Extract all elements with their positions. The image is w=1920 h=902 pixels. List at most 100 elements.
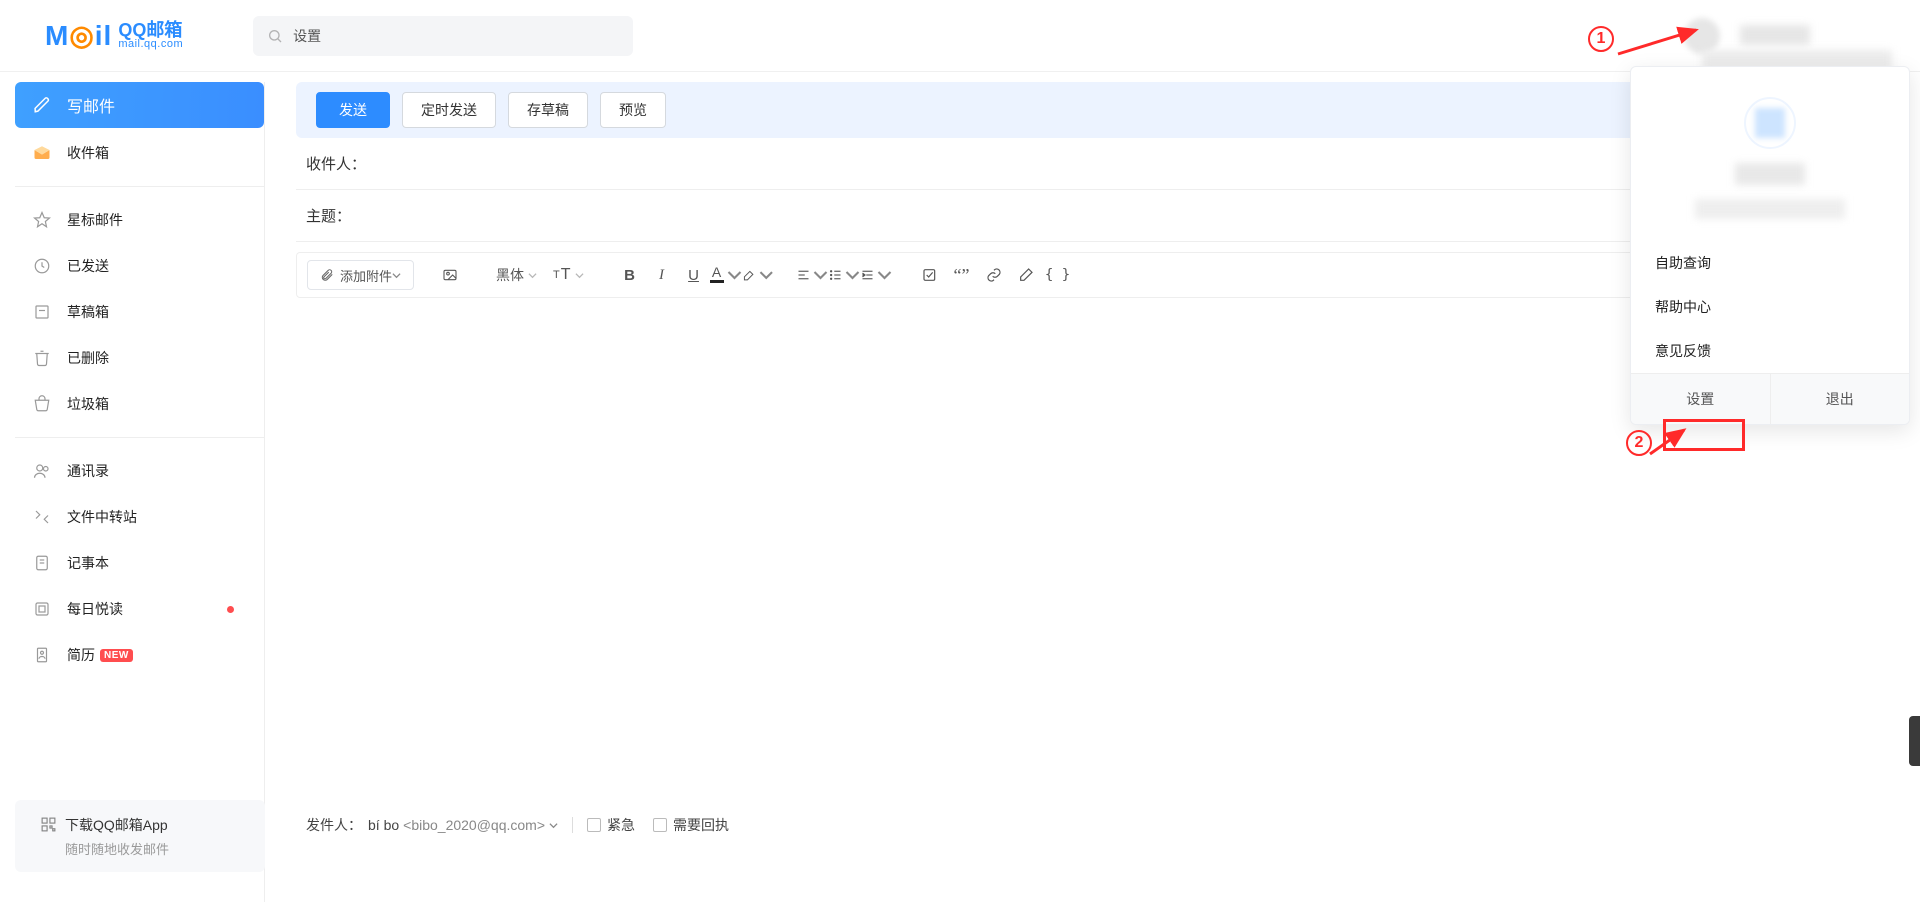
draft-icon xyxy=(33,303,51,321)
account-name xyxy=(1735,163,1805,185)
search-box[interactable] xyxy=(253,16,633,56)
bold-button[interactable]: B xyxy=(614,260,646,290)
sidebar-item-label: 垃圾箱 xyxy=(67,394,109,414)
label: 帮助中心 xyxy=(1655,297,1711,317)
logo-text: QQ邮箱 mail.qq.com xyxy=(118,21,183,50)
text-color-button[interactable]: A xyxy=(710,260,742,290)
chevron-down-icon xyxy=(575,271,584,280)
menu-help-center[interactable]: 帮助中心 xyxy=(1631,285,1909,329)
sidebar-item-inbox[interactable]: 收件箱 xyxy=(15,130,264,176)
header: M◎il QQ邮箱 mail.qq.com xyxy=(0,0,1920,72)
menu-self-help[interactable]: 自助查询 xyxy=(1631,241,1909,285)
menu-feedback[interactable]: 意见反馈 xyxy=(1631,329,1909,373)
clock-icon xyxy=(33,257,51,275)
chevron-down-icon xyxy=(813,267,828,283)
preview-button[interactable]: 预览 xyxy=(600,92,666,128)
align-button[interactable] xyxy=(796,260,828,290)
compose-button[interactable]: 写邮件 xyxy=(15,82,264,128)
sidebar-item-resume[interactable]: 简历 NEW xyxy=(15,632,264,678)
logo-mark: M◎il xyxy=(45,19,112,52)
list-button[interactable] xyxy=(828,260,860,290)
search-icon xyxy=(267,28,283,44)
sidebar-item-daily[interactable]: 每日悦读 xyxy=(15,586,264,632)
chevron-down-icon[interactable] xyxy=(549,821,558,830)
logo[interactable]: M◎il QQ邮箱 mail.qq.com xyxy=(45,19,183,52)
label: 预览 xyxy=(619,100,647,120)
sidebar-item-sent[interactable]: 已发送 xyxy=(15,243,264,289)
underline-button[interactable]: U xyxy=(678,260,710,290)
label: 自助查询 xyxy=(1655,253,1711,273)
checklist-button[interactable] xyxy=(914,260,946,290)
sidebar-item-label: 通讯录 xyxy=(67,461,109,481)
sidebar-item-deleted[interactable]: 已删除 xyxy=(15,335,264,381)
logo-domain: mail.qq.com xyxy=(118,39,183,50)
chevron-down-icon xyxy=(759,267,774,283)
link-button[interactable] xyxy=(978,260,1010,290)
sidebar-item-label: 每日悦读 xyxy=(67,599,123,619)
label: 退出 xyxy=(1826,389,1854,409)
quote-button[interactable]: “” xyxy=(946,260,978,290)
scheduled-send-button[interactable]: 定时发送 xyxy=(402,92,496,128)
menu-logout[interactable]: 退出 xyxy=(1770,374,1910,424)
sidebar-item-label: 记事本 xyxy=(67,553,109,573)
account-menu: 自助查询 帮助中心 意见反馈 设置 退出 xyxy=(1630,66,1910,425)
from-name: bí bo xyxy=(368,817,399,833)
download-title: 下载QQ邮箱App xyxy=(65,815,168,835)
sidebar-item-starred[interactable]: 星标邮件 xyxy=(15,197,264,243)
sidebar-item-label: 已发送 xyxy=(67,256,109,276)
label: 黑体 xyxy=(496,265,524,285)
avatar-large[interactable] xyxy=(1744,97,1796,149)
avatar[interactable] xyxy=(1684,18,1720,54)
divider xyxy=(572,817,573,833)
indent-button[interactable] xyxy=(860,260,892,290)
download-sub: 随时随地收发邮件 xyxy=(65,839,265,858)
label: 定时发送 xyxy=(421,100,477,120)
save-draft-button[interactable]: 存草稿 xyxy=(508,92,588,128)
download-app-card[interactable]: 下载QQ邮箱App 随时随地收发邮件 xyxy=(15,800,265,872)
label: 意见反馈 xyxy=(1655,341,1711,361)
attach-button[interactable]: 添加附件 xyxy=(307,260,414,290)
sidebar-item-notes[interactable]: 记事本 xyxy=(15,540,264,586)
star-icon xyxy=(33,211,51,229)
search-input[interactable] xyxy=(293,28,619,44)
sidebar-item-drafts[interactable]: 草稿箱 xyxy=(15,289,264,335)
label: 设置 xyxy=(1686,389,1714,409)
sidebar-item-label: 简历 xyxy=(67,645,95,665)
subject-label: 主题： xyxy=(306,205,351,226)
chevron-down-icon xyxy=(392,271,401,280)
sidebar-item-contacts[interactable]: 通讯录 xyxy=(15,448,264,494)
sidebar-item-label: 星标邮件 xyxy=(67,210,123,230)
account-email xyxy=(1695,199,1845,219)
header-username xyxy=(1740,25,1810,45)
compose-footer: 发件人： bí bo <bibo_2020@qq.com> 紧急 需要回执 xyxy=(296,803,1904,847)
image-button[interactable] xyxy=(434,260,466,290)
divider xyxy=(15,186,264,187)
chevron-down-icon xyxy=(528,271,537,280)
menu-settings[interactable]: 设置 xyxy=(1631,374,1770,424)
to-label: 收件人： xyxy=(306,153,366,174)
font-size-select[interactable]: TT xyxy=(545,266,592,284)
eraser-button[interactable] xyxy=(1010,260,1042,290)
urgent-checkbox[interactable]: 紧急 xyxy=(587,815,635,835)
qr-icon xyxy=(40,816,57,833)
notes-icon xyxy=(33,554,51,572)
from-email[interactable]: <bibo_2020@qq.com> xyxy=(403,817,545,833)
receipt-checkbox[interactable]: 需要回执 xyxy=(653,815,729,835)
label: 存草稿 xyxy=(527,100,569,120)
code-button[interactable]: { } xyxy=(1042,260,1074,290)
chevron-down-icon xyxy=(727,267,742,283)
inbox-icon xyxy=(33,144,51,162)
font-family-select[interactable]: 黑体 xyxy=(488,265,545,285)
sidebar-item-filehub[interactable]: 文件中转站 xyxy=(15,494,264,540)
highlight-color-button[interactable] xyxy=(742,260,774,290)
send-button[interactable]: 发送 xyxy=(316,92,390,128)
pencil-icon xyxy=(33,96,51,114)
sidebar-item-spam[interactable]: 垃圾箱 xyxy=(15,381,264,427)
italic-button[interactable]: I xyxy=(646,260,678,290)
logo-cn: QQ邮箱 xyxy=(118,21,183,39)
chevron-down-icon xyxy=(877,267,892,283)
side-handle[interactable] xyxy=(1909,716,1920,766)
transfer-icon xyxy=(33,508,51,526)
label: 紧急 xyxy=(607,817,635,833)
resume-icon xyxy=(33,646,51,664)
